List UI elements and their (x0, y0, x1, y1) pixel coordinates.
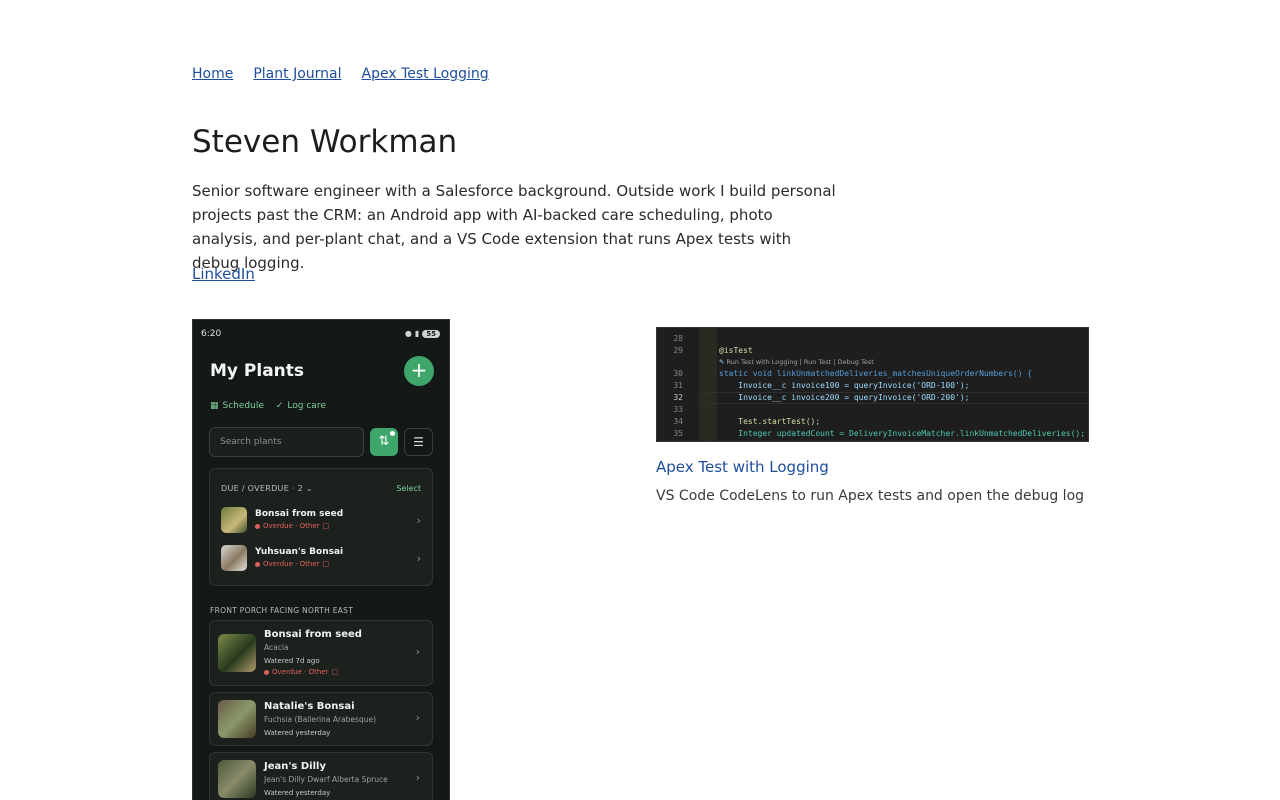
code-line: 29 @isTest (657, 345, 1088, 357)
plant-thumbnail (221, 545, 247, 571)
due-header: DUE / OVERDUE · 2 ⌄ (221, 484, 313, 493)
plant-app-screenshot[interactable]: 6:20 ● ▮ 55 My Plants + ▦ Schedule ✓ Log c… (192, 319, 450, 800)
overdue-dot-icon (255, 561, 260, 567)
overdue-dot-icon (255, 523, 260, 529)
schedule-chip-label: Schedule (222, 401, 264, 411)
plant-status: Overdue · Other □ (264, 668, 338, 676)
vscode-codelens-screenshot[interactable]: 28 29 @isTest ✎ Run Test with Logging | R… (656, 327, 1089, 442)
chevron-right-icon: › (415, 771, 420, 784)
plant-species: Fuchsia (Ballerina Arabesque) (264, 715, 377, 724)
due-item: Yuhsuan's Bonsai Overdue · Other □ › (221, 545, 423, 575)
due-item-name: Bonsai from seed (255, 509, 344, 519)
note-icon: □ (322, 522, 330, 530)
log-care-chip-label: Log care (287, 401, 326, 411)
due-item: Bonsai from seed Overdue · Other □ › (221, 507, 423, 537)
sort-indicator-dot (390, 431, 395, 436)
line-number: 34 (673, 417, 683, 426)
code-line: 28 (657, 333, 1088, 345)
status-time: 6:20 (201, 329, 222, 339)
codelens-label: Run Test with Logging | Run Test | Debug… (726, 358, 874, 366)
plus-icon: + (404, 356, 434, 386)
check-circle-icon: ✓ (275, 401, 284, 411)
quick-chips: ▦ Schedule ✓ Log care (210, 401, 326, 411)
due-header-label: DUE / OVERDUE · 2 (221, 484, 303, 493)
line-number: 35 (673, 429, 683, 438)
project-description: VS Code CodeLens to run Apex tests and o… (656, 488, 1085, 504)
page-title: Steven Workman (192, 124, 458, 160)
code-line: 32 Invoice__c invoice200 = queryInvoice(… (657, 392, 1088, 404)
code-text: Invoice__c invoice200 = queryInvoice('OR… (719, 393, 970, 402)
code-text: Integer updatedCount = DeliveryInvoiceMa… (719, 429, 1086, 438)
run-logging-icon: ✎ (719, 358, 725, 366)
breadcrumb: Home Plant Journal Apex Test Logging (192, 66, 489, 82)
due-item-status-label: Overdue · Other (263, 522, 320, 530)
chevron-down-icon: ⌄ (305, 484, 313, 493)
plant-thumbnail (218, 760, 256, 798)
wifi-icon: ● (404, 329, 412, 338)
chevron-right-icon: › (416, 552, 421, 565)
plant-status-label: Overdue · Other (272, 668, 329, 676)
plant-name: Jean's Dilly (264, 761, 326, 772)
schedule-chip: ▦ Schedule (210, 401, 264, 411)
breadcrumb-plant-journal-link[interactable]: Plant Journal (253, 66, 341, 82)
plant-card: Natalie's Bonsai Fuchsia (Ballerina Arab… (209, 692, 433, 746)
sort-icon: ⇅ (370, 428, 398, 456)
plant-card: Jean's Dilly Jean's Dilly Dwarf Alberta … (209, 752, 433, 800)
plant-species: Acacia (264, 643, 289, 652)
select-link: Select (396, 484, 421, 493)
plant-thumbnail (218, 700, 256, 738)
status-icons: ● ▮ 55 (405, 329, 440, 338)
signal-icon: ▮ (414, 329, 420, 338)
plant-card: Bonsai from seed Acacia Watered 7d ago O… (209, 620, 433, 686)
chevron-right-icon: › (415, 711, 420, 724)
line-number: 32 (673, 393, 683, 402)
due-card: DUE / OVERDUE · 2 ⌄ Select Bonsai from s… (209, 468, 433, 586)
location-header: FRONT PORCH FACING NORTH EAST (210, 606, 354, 615)
plant-species: Jean's Dilly Dwarf Alberta Spruce (264, 775, 388, 784)
note-icon: □ (322, 560, 330, 568)
calendar-icon: ▦ (210, 401, 219, 411)
code-line: 35 Integer updatedCount = DeliveryInvoic… (657, 428, 1088, 440)
code-line: 31 Invoice__c invoice100 = queryInvoice(… (657, 380, 1088, 392)
breadcrumb-home-link[interactable]: Home (192, 66, 233, 82)
plant-thumbnail (221, 507, 247, 533)
plant-watered: Watered 7d ago (264, 657, 320, 665)
plant-watered: Watered yesterday (264, 729, 331, 737)
line-number: 31 (673, 381, 683, 390)
due-item-status: Overdue · Other □ (255, 560, 329, 568)
code-text: @isTest (719, 346, 753, 355)
plant-name: Natalie's Bonsai (264, 701, 355, 712)
due-item-name: Yuhsuan's Bonsai (255, 547, 344, 557)
chevron-right-icon: › (416, 514, 421, 527)
due-item-status-label: Overdue · Other (263, 560, 320, 568)
battery-icon: 55 (422, 329, 440, 338)
chevron-right-icon: › (415, 645, 420, 658)
code-text: Test.startTest(); (719, 417, 821, 426)
code-text: Invoice__c invoice100 = queryInvoice('OR… (719, 381, 970, 390)
overdue-dot-icon (264, 669, 269, 675)
search-plants-field: Search plants (209, 427, 364, 457)
code-text: static void linkUnmatchedDeliveries_matc… (719, 369, 1033, 378)
bio-text: Senior software engineer with a Salesfor… (192, 182, 836, 272)
plant-name: Bonsai from seed (264, 629, 362, 640)
due-item-status: Overdue · Other □ (255, 522, 329, 530)
plant-watered: Watered yesterday (264, 789, 331, 797)
line-number: 29 (673, 346, 683, 355)
linkedin-link[interactable]: LinkedIn (192, 265, 255, 283)
line-number: 33 (673, 405, 683, 414)
project-title-link[interactable]: Apex Test with Logging (656, 458, 829, 476)
log-care-chip: ✓ Log care (276, 401, 326, 411)
note-icon: □ (331, 668, 339, 676)
code-line: 30 static void linkUnmatchedDeliveries_ma… (657, 368, 1088, 380)
code-line: 33 (657, 404, 1088, 416)
code-line: 34 Test.startTest(); (657, 416, 1088, 428)
breadcrumb-apex-test-logging-link[interactable]: Apex Test Logging (362, 66, 489, 82)
plant-thumbnail (218, 634, 256, 672)
codelens-actions[interactable]: ✎ Run Test with Logging | Run Test | Deb… (719, 358, 874, 366)
line-number: 28 (673, 334, 683, 343)
app-title: My Plants (210, 361, 305, 381)
line-number: 30 (673, 369, 683, 378)
filter-icon: ☰ (404, 428, 433, 456)
